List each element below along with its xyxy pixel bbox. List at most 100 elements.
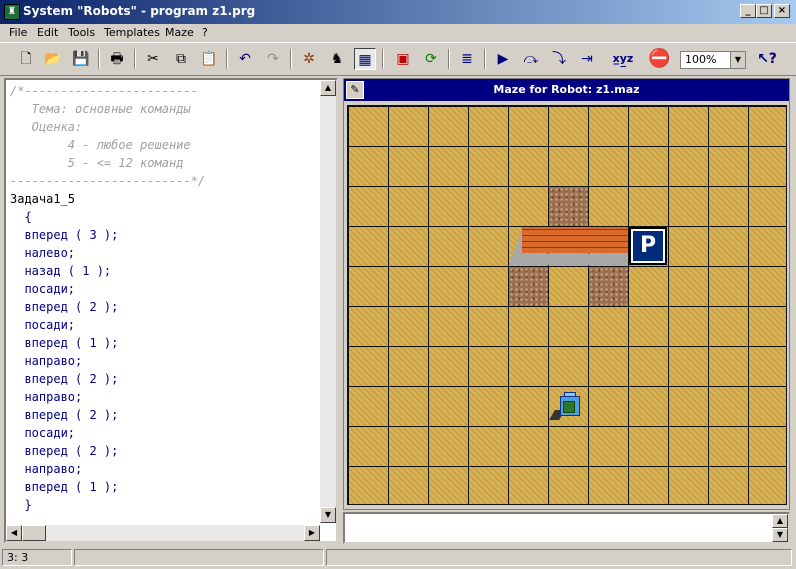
scroll-down-icon[interactable]: ▼ [772, 528, 788, 542]
toolbar-separator [484, 49, 486, 69]
code-line: вперед ( 1 ); [10, 480, 119, 494]
pit-cell [549, 187, 588, 226]
stop-icon[interactable]: ⛔ [648, 48, 670, 70]
menu-maze[interactable]: Maze [165, 26, 194, 39]
status-bar: 3: 3 [0, 547, 796, 569]
align-icon[interactable]: ≣ [456, 48, 478, 70]
toolbar-separator [134, 49, 136, 69]
maximize-icon[interactable]: □ [756, 4, 772, 18]
menu-help[interactable]: ? [202, 26, 208, 39]
code-line: вперед ( 2 ); [10, 408, 119, 422]
toolbar-separator [290, 49, 292, 69]
code-editor[interactable]: /*------------------------ Тема: основны… [4, 78, 338, 543]
output-scrollbar[interactable]: ▲ ▼ [772, 514, 788, 542]
scroll-up-icon[interactable]: ▲ [772, 514, 788, 528]
vertical-scrollbar[interactable]: ▲ ▼ [320, 80, 336, 523]
castle-icon[interactable]: ♜ [4, 4, 20, 20]
code-line: вперед ( 2 ); [10, 300, 119, 314]
close-icon[interactable]: × [774, 4, 790, 18]
comment-line: 4 - любое решение [10, 138, 191, 152]
code-line: посади; [10, 426, 76, 440]
scroll-right-icon[interactable]: ▶ [304, 525, 320, 541]
step-into-icon[interactable]: ⤵ [548, 48, 570, 70]
menu-templates[interactable]: Templates [104, 26, 160, 39]
code-line: направо; [10, 462, 83, 476]
toolbar-separator [226, 49, 228, 69]
help-cursor-icon[interactable]: ↖? [756, 48, 778, 70]
code-line: направо; [10, 390, 83, 404]
code-line: назад ( 1 ); [10, 264, 112, 278]
zoom-select[interactable]: 100% ▼ [680, 51, 746, 69]
maze-edit-icon[interactable]: ▣ [392, 48, 414, 70]
status-panel [74, 549, 324, 566]
output-panel[interactable]: ▲ ▼ [343, 512, 790, 544]
bug-icon[interactable]: ✲ [298, 48, 320, 70]
window-title: System "Robots" - program z1.prg [23, 4, 256, 18]
step-over-icon[interactable]: ⤼ [520, 48, 542, 70]
maze-grid[interactable]: P [347, 105, 787, 505]
new-file-icon[interactable]: 🗋 [15, 48, 37, 70]
run-to-cursor-icon[interactable]: ⇥ [576, 48, 598, 70]
chevron-down-icon[interactable]: ▼ [730, 52, 745, 68]
undo-icon[interactable]: ↶ [234, 48, 256, 70]
code-text[interactable]: /*------------------------ Тема: основны… [10, 82, 205, 514]
parking-cell: P [629, 227, 667, 265]
comment-line: /*------------------------ [10, 84, 198, 98]
code-line: посади; [10, 318, 76, 332]
code-line: вперед ( 3 ); [10, 228, 119, 242]
status-panel-2 [326, 549, 792, 566]
toolbar-separator [98, 49, 100, 69]
toolbar-separator [382, 49, 384, 69]
code-line: посади; [10, 282, 76, 296]
robot-icon[interactable] [549, 392, 582, 420]
menu-edit[interactable]: Edit [37, 26, 58, 39]
maze-window: ✎ Maze for Robot: z1.maz P [343, 78, 790, 510]
redo-icon[interactable]: ↷ [262, 48, 284, 70]
minimize-icon[interactable]: _ [740, 4, 756, 18]
horizontal-scrollbar[interactable]: ◀ ▶ [6, 525, 320, 541]
brick-wall [522, 227, 628, 253]
toolbar-separator [448, 49, 450, 69]
open-folder-icon[interactable]: 📂 [42, 48, 64, 70]
code-line: вперед ( 1 ); [10, 336, 119, 350]
menu-file[interactable]: File [9, 26, 27, 39]
save-icon[interactable]: 💾 [70, 48, 92, 70]
refresh-icon[interactable]: ⟳ [420, 48, 442, 70]
maze-title-bar: ✎ Maze for Robot: z1.maz [344, 79, 789, 101]
maze-view-icon[interactable]: ▦ [354, 48, 376, 70]
code-line: вперед ( 2 ); [10, 372, 119, 386]
title-bar: ♜ System "Robots" - program z1.prg _ □ × [0, 0, 796, 24]
robot-screen [563, 401, 575, 413]
pit-cell [589, 267, 628, 306]
code-line: } [10, 498, 32, 512]
comment-line: -------------------------*/ [10, 174, 206, 188]
comment-line: Тема: основные команды [10, 102, 191, 116]
code-line: направо; [10, 354, 83, 368]
scroll-thumb[interactable] [22, 525, 46, 541]
scroll-down-icon[interactable]: ▼ [320, 507, 336, 523]
toolbar: 🗋 📂 💾 🖶 ✂ ⧉ 📋 ↶ ↷ ✲ ♞ ▦ ▣ ⟳ ≣ ▶ ⤼ ⤵ ⇥ x̲… [0, 42, 796, 76]
menu-bar: File Edit Tools Templates Maze ? [0, 24, 796, 42]
maze-title: Maze for Robot: z1.maz [493, 83, 640, 96]
comment-line: Оценка: [10, 120, 83, 134]
menu-tools[interactable]: Tools [68, 26, 95, 39]
pit-cell [509, 267, 548, 306]
variables-icon[interactable]: x̲y̲z [612, 48, 634, 70]
cut-icon[interactable]: ✂ [142, 48, 164, 70]
scroll-up-icon[interactable]: ▲ [320, 80, 336, 96]
zoom-value: 100% [685, 53, 717, 66]
code-line: налево; [10, 246, 76, 260]
comment-line: 5 - <= 12 команд [10, 156, 184, 170]
cursor-position: 3: 3 [2, 549, 72, 566]
copy-icon[interactable]: ⧉ [170, 48, 192, 70]
program-name: Задача1_5 [10, 192, 76, 206]
scroll-left-icon[interactable]: ◀ [6, 525, 22, 541]
paste-icon[interactable]: 📋 [198, 48, 220, 70]
robot-top [564, 392, 576, 397]
print-icon[interactable]: 🖶 [106, 48, 128, 70]
code-line: вперед ( 2 ); [10, 444, 119, 458]
run-icon[interactable]: ▶ [492, 48, 514, 70]
robot-icon[interactable]: ♞ [326, 48, 348, 70]
code-line: { [10, 210, 32, 224]
parking-label: P [633, 231, 663, 261]
